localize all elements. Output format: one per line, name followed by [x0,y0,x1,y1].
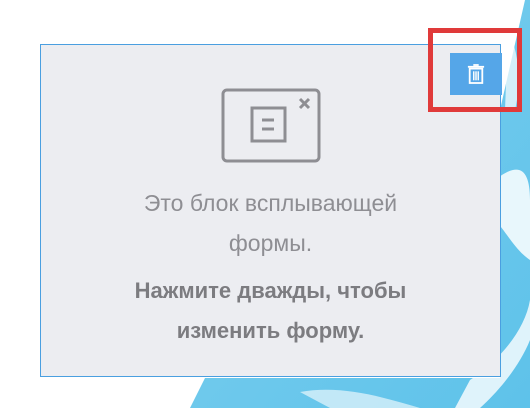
edit-hint-line1: Нажмите дважды, чтобы [134,278,407,303]
trash-icon [467,64,485,84]
popup-description: Это блок всплывающей формы. [41,183,500,263]
popup-description-line2: формы. [228,230,313,256]
edit-hint-line2: изменить форму. [176,318,365,343]
popup-form-icon [221,88,321,163]
edit-hint: Нажмите дважды, чтобы изменить форму. [41,271,500,351]
delete-button[interactable] [450,53,502,95]
popup-description-line1: Это блок всплывающей [143,190,398,216]
popup-form-block[interactable]: Это блок всплывающей формы. Нажмите дваж… [40,44,501,377]
